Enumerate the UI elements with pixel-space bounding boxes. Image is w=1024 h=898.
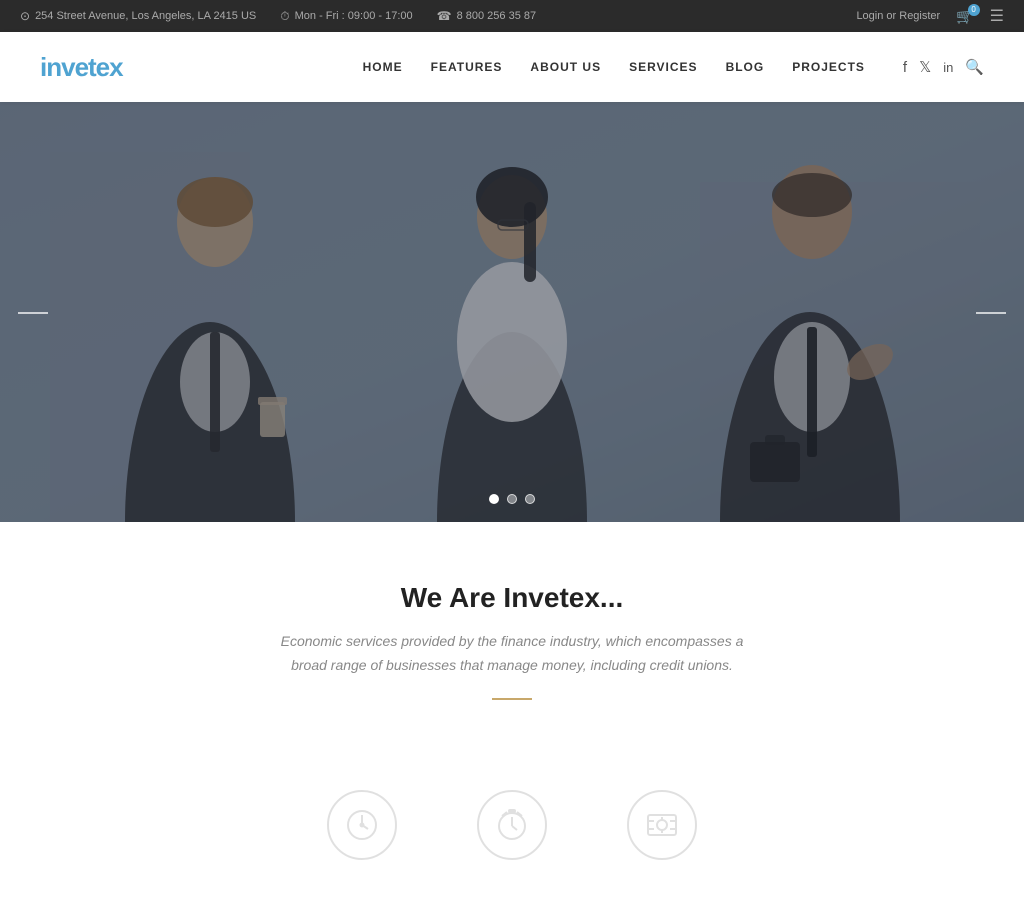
social-icons: f 𝕏 in 🔍: [903, 58, 984, 76]
main-nav: HOME FEATURES ABOUT US SERVICES BLOG PRO…: [363, 58, 984, 76]
phone-text: 8 800 256 35 87: [457, 10, 537, 22]
hero-illustration: [0, 102, 1024, 522]
alarm-icon-circle: [477, 790, 547, 860]
top-bar: ⊙ 254 Street Avenue, Los Angeles, LA 241…: [0, 0, 1024, 32]
top-bar-right: Login or Register 🛒 0 ☰: [856, 6, 1004, 26]
nav-blog[interactable]: BLOG: [726, 60, 765, 74]
dot-1[interactable]: [489, 494, 499, 504]
login-link[interactable]: Login or Register: [856, 10, 940, 22]
feature-clock: [327, 790, 397, 868]
slider-arrow-right[interactable]: [976, 299, 1006, 325]
section-divider: [492, 698, 532, 700]
menu-hamburger-icon[interactable]: ☰: [990, 6, 1004, 26]
hero-background: [0, 102, 1024, 522]
cart-icon[interactable]: 🛒 0: [956, 8, 973, 25]
feature-alarm: [477, 790, 547, 868]
nav-about[interactable]: ABOUT US: [530, 60, 601, 74]
nav-features[interactable]: FEATURES: [431, 60, 503, 74]
intro-section: We Are Invetex... Economic services prov…: [0, 522, 1024, 780]
phone-item: ☎ 8 800 256 35 87: [437, 9, 536, 23]
money-svg: [644, 807, 680, 843]
linkedin-icon[interactable]: in: [943, 60, 953, 75]
phone-icon: ☎: [437, 9, 452, 23]
alarm-svg: [494, 807, 530, 843]
clock-icon-circle: [327, 790, 397, 860]
nav-home[interactable]: HOME: [363, 60, 403, 74]
top-bar-left: ⊙ 254 Street Avenue, Los Angeles, LA 241…: [20, 9, 536, 24]
cart-badge: 0: [968, 4, 980, 16]
nav-services[interactable]: SERVICES: [629, 60, 697, 74]
facebook-icon[interactable]: f: [903, 59, 907, 76]
slider-arrow-left[interactable]: [18, 299, 48, 325]
dot-3[interactable]: [525, 494, 535, 504]
address-text: 254 Street Avenue, Los Angeles, LA 2415 …: [35, 10, 256, 22]
money-icon-circle: [627, 790, 697, 860]
dot-2[interactable]: [507, 494, 517, 504]
feature-money: [627, 790, 697, 868]
logo[interactable]: invetex: [40, 52, 123, 83]
clock-svg: [344, 807, 380, 843]
address-item: ⊙ 254 Street Avenue, Los Angeles, LA 241…: [20, 9, 256, 23]
twitter-icon[interactable]: 𝕏: [919, 58, 931, 76]
main-header: invetex HOME FEATURES ABOUT US SERVICES …: [0, 32, 1024, 102]
hours-item: ⏱ Mon - Fri : 09:00 - 17:00: [280, 9, 412, 24]
features-icons-row: [0, 780, 1024, 898]
hours-text: Mon - Fri : 09:00 - 17:00: [295, 10, 413, 22]
clock-icon-top: ⏱: [280, 9, 289, 24]
nav-projects[interactable]: PROJECTS: [792, 60, 865, 74]
location-icon: ⊙: [20, 9, 30, 23]
hero-section: [0, 102, 1024, 522]
intro-title: We Are Invetex...: [20, 582, 1004, 614]
intro-description: Economic services provided by the financ…: [272, 630, 752, 678]
slider-dots: [489, 494, 535, 504]
search-icon-header[interactable]: 🔍: [965, 58, 984, 76]
logo-text: invetex: [40, 52, 123, 82]
